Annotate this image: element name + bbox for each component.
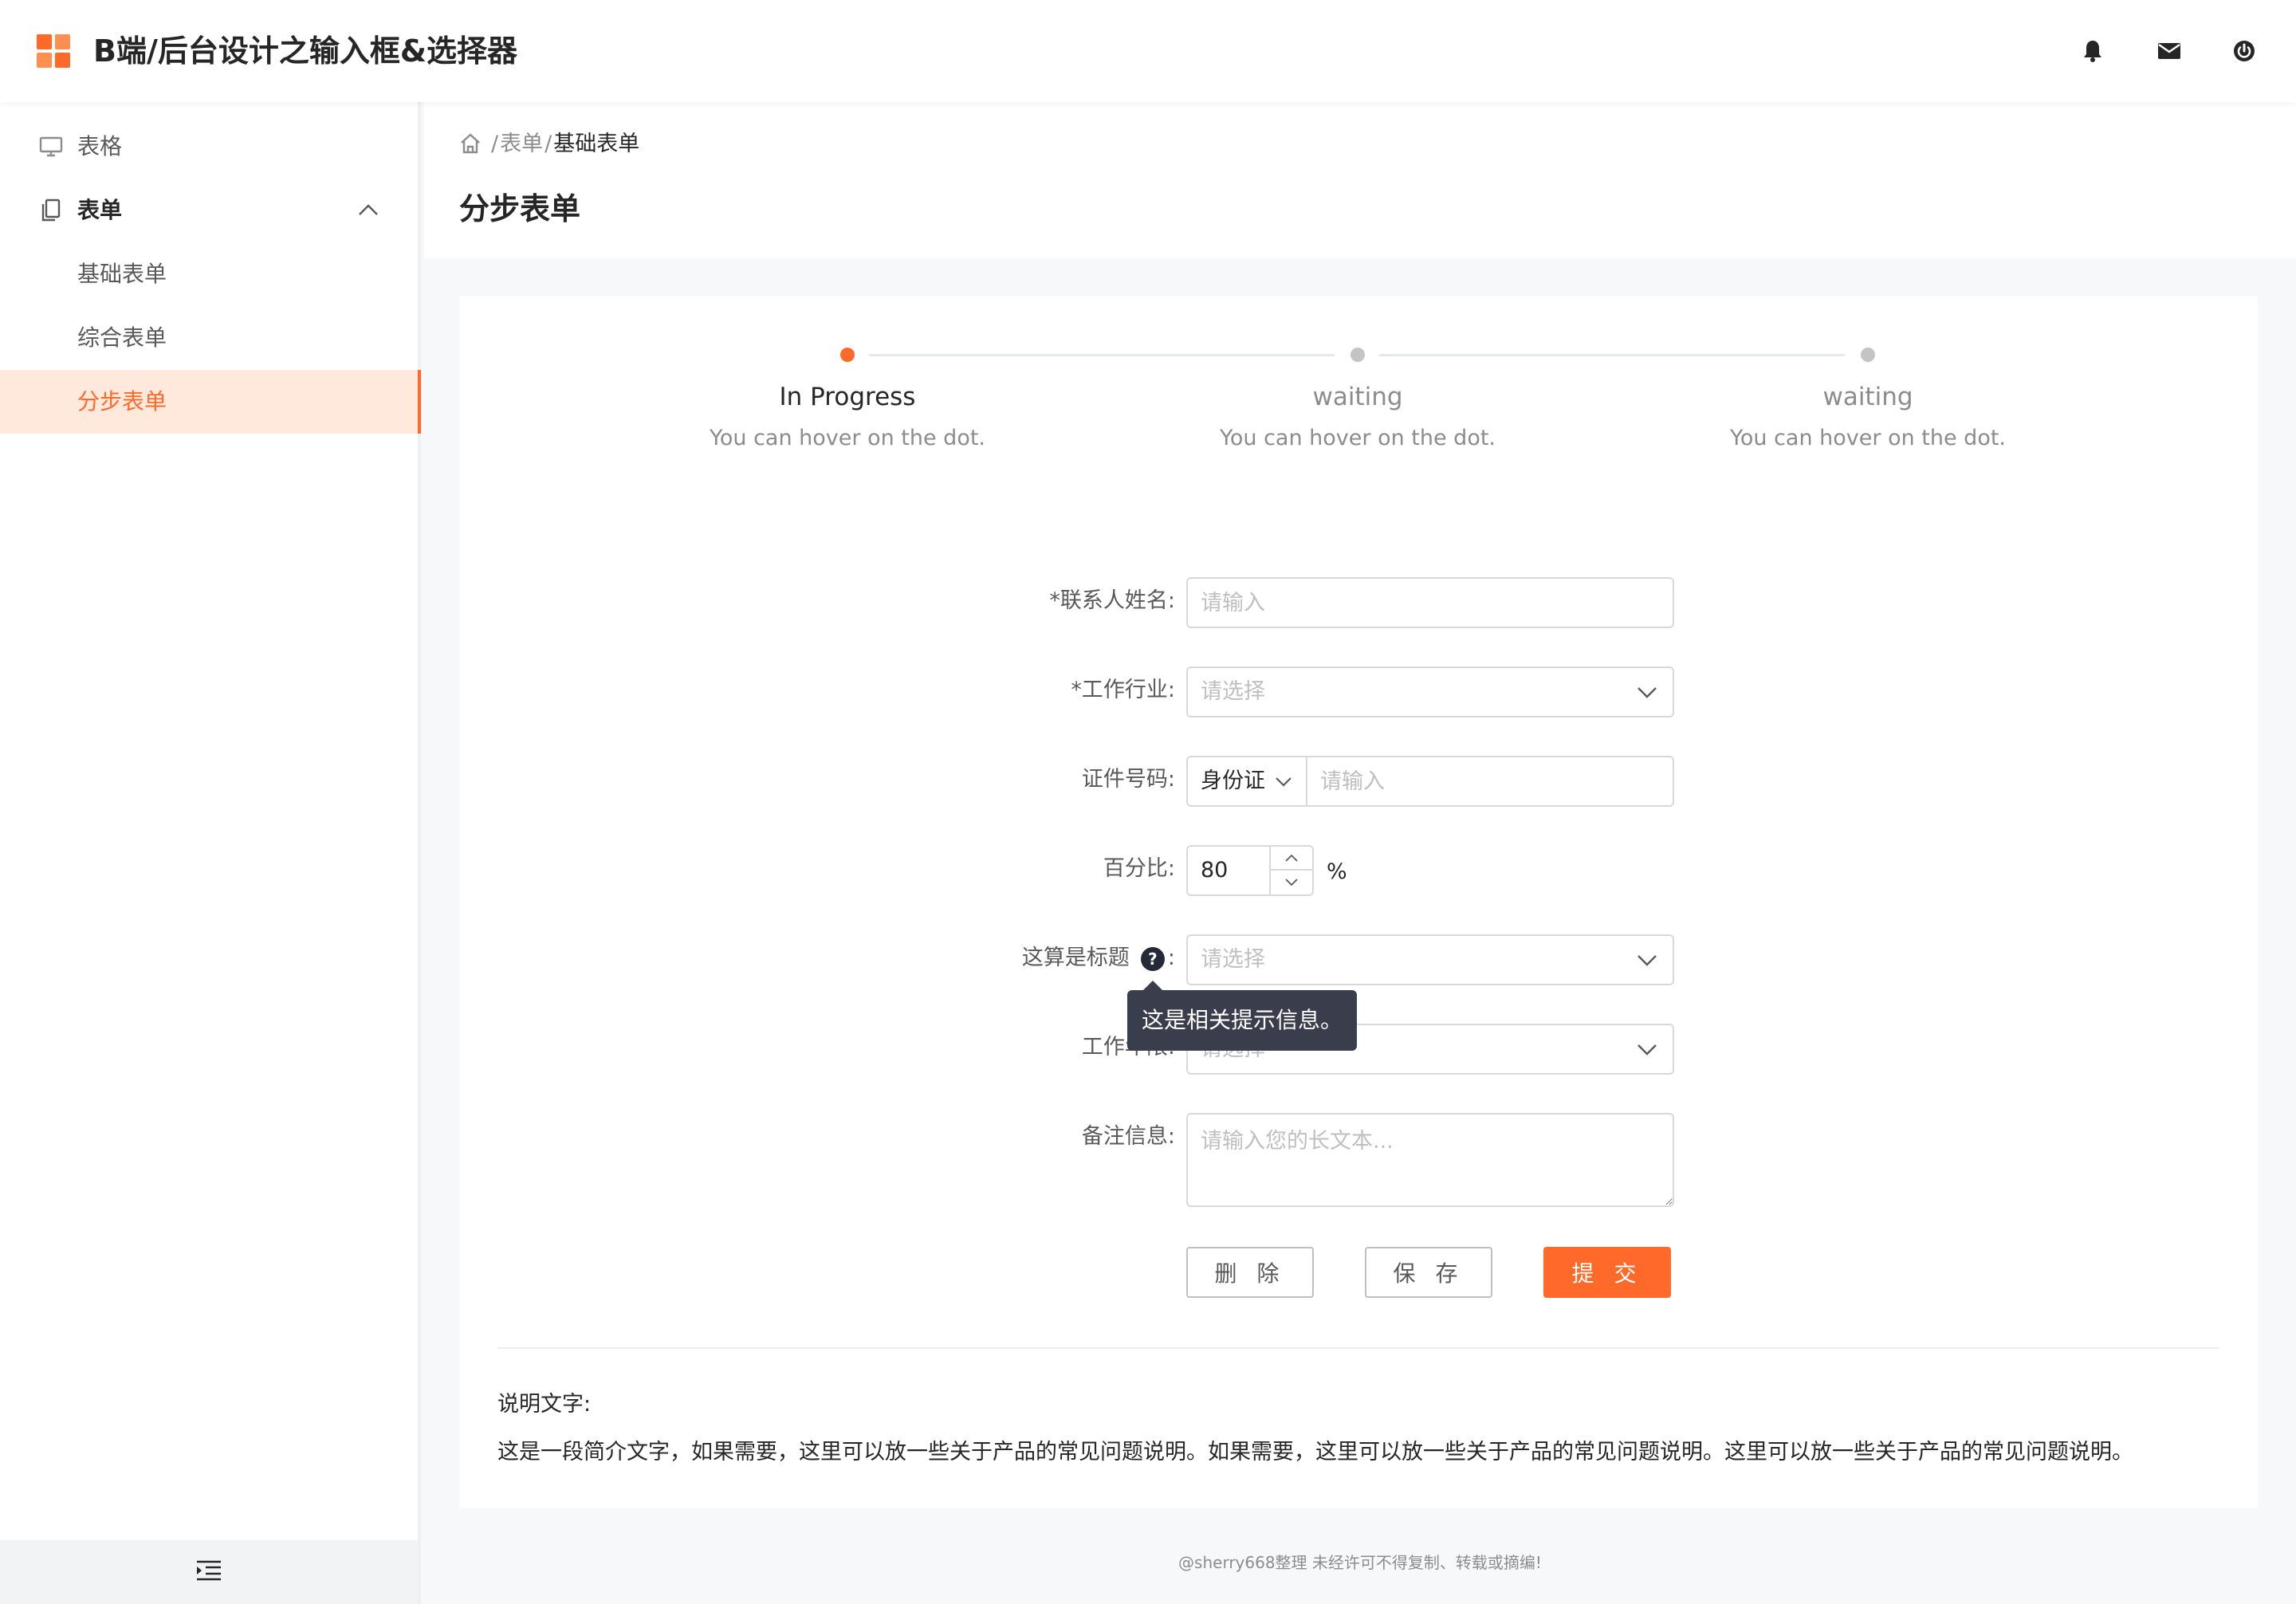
industry-label: *工作行业: — [1071, 678, 1175, 702]
help-tooltip: 这是相关提示信息。 — [1127, 981, 1358, 1051]
title-select[interactable]: 请选择 — [1186, 934, 1674, 985]
step-description: You can hover on the dot. — [1219, 426, 1496, 450]
bell-icon[interactable] — [2078, 37, 2107, 65]
step-description: You can hover on the dot. — [1729, 426, 2007, 450]
menu-collapse-icon — [195, 1559, 222, 1585]
page-title: 分步表单 — [459, 191, 581, 226]
percent-value[interactable]: 80 — [1201, 847, 1228, 894]
chevron-down-icon — [1284, 875, 1299, 890]
contact-name-label: *联系人姓名: — [1049, 588, 1175, 613]
id-number-label: 证件号码: — [1081, 767, 1175, 792]
form-card — [459, 297, 2258, 1508]
sidebar-item-label: 表格 — [77, 133, 123, 159]
home-icon[interactable] — [459, 132, 483, 156]
remark-textarea[interactable] — [1186, 1113, 1674, 1207]
submit-button[interactable]: 提 交 — [1543, 1247, 1671, 1298]
breadcrumb-link-form[interactable]: 表单 — [500, 128, 543, 161]
sidebar-item-label: 基础表单 — [77, 261, 167, 287]
percent-unit: % — [1327, 859, 1347, 884]
delete-button[interactable]: 删 除 — [1186, 1247, 1314, 1298]
sidebar-item-basic-form[interactable]: 基础表单 — [0, 242, 421, 306]
breadcrumb: / 表单 / 基础表单 — [459, 128, 639, 161]
percent-label: 百分比: — [1103, 856, 1175, 881]
chevron-up-icon[interactable] — [357, 199, 379, 222]
divider — [497, 1347, 2219, 1349]
breadcrumb-separator: / — [545, 132, 552, 156]
footer-credit: @sherry668整理 未经许可不得复制、转载或摘编! — [1178, 1553, 1542, 1572]
sidebar-item-label: 表单 — [77, 197, 123, 223]
sidebar-item-complex-form[interactable]: 综合表单 — [0, 306, 421, 370]
note-title: 说明文字: — [497, 1392, 592, 1417]
monitor-icon — [38, 134, 64, 159]
contact-name-input[interactable] — [1186, 577, 1674, 628]
sidebar-item-table[interactable]: 表格 — [0, 115, 421, 179]
id-type-value: 身份证 — [1201, 769, 1265, 793]
select-placeholder: 请选择 — [1201, 679, 1265, 704]
app-header: B端/后台设计之输入框&选择器 — [0, 0, 2296, 102]
copy-icon — [38, 198, 64, 223]
step-title: waiting — [1822, 383, 1913, 411]
sidebar-item-label: 分步表单 — [77, 388, 167, 415]
step-title: waiting — [1312, 383, 1403, 411]
app-title: B端/后台设计之输入框&选择器 — [93, 33, 517, 69]
breadcrumb-current: 基础表单 — [553, 132, 640, 156]
power-icon[interactable] — [2230, 37, 2259, 65]
breadcrumb-separator: / — [491, 132, 499, 156]
save-button[interactable]: 保 存 — [1365, 1247, 1492, 1298]
title-field-text: 这算是标题 — [1021, 945, 1130, 970]
note-body: 这是一段简介文字，如果需要，这里可以放一些关于产品的常见问题说明。如果需要，这里… — [497, 1440, 2133, 1464]
sidebar-item-form[interactable]: 表单 — [0, 179, 421, 242]
step-title: In Progress — [779, 383, 916, 411]
step-description: You can hover on the dot. — [709, 426, 986, 450]
title-field-label: 这算是标题?: — [1022, 942, 1175, 974]
chevron-up-icon — [1284, 851, 1299, 866]
help-icon[interactable]: ? — [1140, 946, 1165, 971]
mail-icon[interactable] — [2155, 37, 2184, 65]
chevron-down-icon — [1274, 772, 1293, 791]
id-number-input[interactable] — [1306, 756, 1674, 807]
percent-stepper[interactable]: 80 — [1186, 845, 1314, 896]
page-header — [424, 102, 2296, 258]
industry-select[interactable]: 请选择 — [1186, 666, 1674, 717]
step-dot[interactable] — [1350, 348, 1365, 362]
collapse-sidebar-button[interactable] — [0, 1540, 418, 1604]
chevron-down-icon — [1636, 681, 1658, 703]
decrement-button[interactable] — [1271, 871, 1312, 894]
stepper-controls — [1269, 847, 1312, 894]
sidebar-item-label: 综合表单 — [77, 324, 167, 351]
remark-label: 备注信息: — [1081, 1124, 1175, 1149]
label-colon: : — [1167, 945, 1175, 970]
step-connector — [1379, 354, 1845, 356]
logo-icon — [37, 34, 70, 68]
chevron-down-icon — [1636, 1038, 1658, 1060]
select-placeholder: 请选择 — [1201, 947, 1265, 972]
step-dot-active[interactable] — [840, 348, 855, 362]
chevron-down-icon — [1636, 949, 1658, 971]
sidebar-item-step-form[interactable]: 分步表单 — [0, 370, 421, 434]
step-dot[interactable] — [1861, 348, 1875, 362]
sidebar: 表格 表单 基础表单 综合表单 分步表单 — [0, 102, 421, 1604]
id-type-select[interactable]: 身份证 — [1186, 756, 1307, 807]
step-connector — [869, 354, 1335, 356]
increment-button[interactable] — [1271, 847, 1312, 871]
